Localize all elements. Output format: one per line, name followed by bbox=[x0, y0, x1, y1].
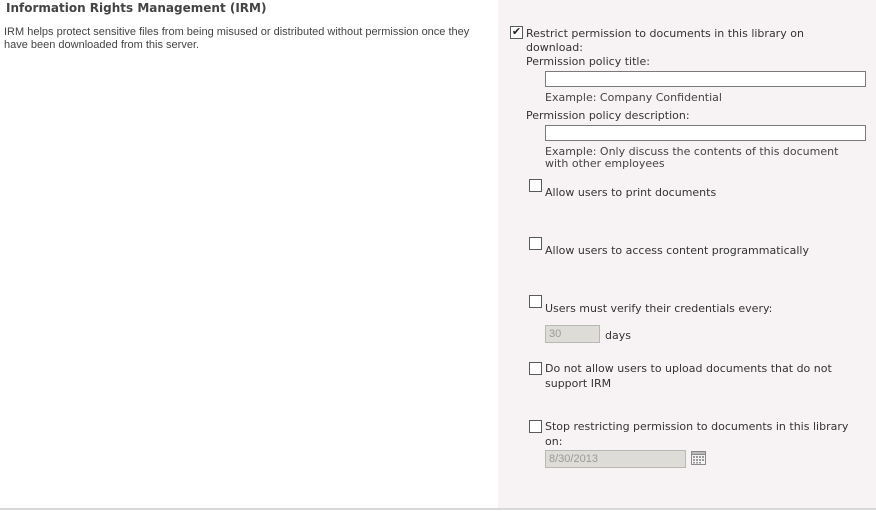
restrict-permission-checkbox[interactable]: ✔ bbox=[510, 25, 523, 39]
verify-days-input[interactable]: 30 bbox=[545, 325, 600, 343]
policy-description-label: Permission policy description: bbox=[526, 109, 690, 122]
policy-title-input[interactable] bbox=[545, 71, 866, 87]
policy-description-example-line2: with other employees bbox=[545, 157, 665, 170]
verify-days-unit-label: days bbox=[605, 329, 631, 342]
stop-restricting-label-line1: Stop restricting permission to documents… bbox=[545, 420, 849, 433]
allow-programmatic-label: Allow users to access content programmat… bbox=[545, 244, 809, 257]
stop-restricting-checkbox[interactable] bbox=[529, 420, 542, 433]
verify-credentials-checkbox[interactable] bbox=[529, 295, 542, 308]
policy-description-input[interactable] bbox=[545, 125, 866, 141]
policy-title-label: Permission policy title: bbox=[526, 55, 650, 68]
calendar-icon[interactable] bbox=[691, 451, 706, 465]
policy-title-example: Example: Company Confidential bbox=[545, 91, 722, 104]
allow-print-checkbox[interactable] bbox=[529, 179, 542, 192]
stop-restricting-label-line2: on: bbox=[545, 435, 563, 448]
irm-settings-panel: ✔ Restrict permission to documents in th… bbox=[498, 0, 876, 508]
restrict-permission-label-line1: Restrict permission to documents in this… bbox=[526, 27, 804, 40]
stop-restricting-date-input[interactable]: 8/30/2013 bbox=[545, 450, 686, 468]
verify-credentials-label: Users must verify their credentials ever… bbox=[545, 302, 773, 315]
no-upload-label-line2: support IRM bbox=[545, 377, 612, 390]
checkmark-icon: ✔ bbox=[511, 25, 522, 38]
section-title: Information Rights Management (IRM) bbox=[6, 1, 267, 15]
bottom-divider bbox=[0, 508, 876, 510]
allow-programmatic-checkbox[interactable] bbox=[529, 237, 542, 250]
restrict-permission-label-line2: download: bbox=[526, 41, 583, 54]
no-upload-checkbox[interactable] bbox=[529, 362, 542, 375]
section-description: IRM helps protect sensitive files from b… bbox=[4, 26, 470, 51]
no-upload-label-line1: Do not allow users to upload documents t… bbox=[545, 362, 832, 375]
allow-print-label: Allow users to print documents bbox=[545, 186, 717, 199]
